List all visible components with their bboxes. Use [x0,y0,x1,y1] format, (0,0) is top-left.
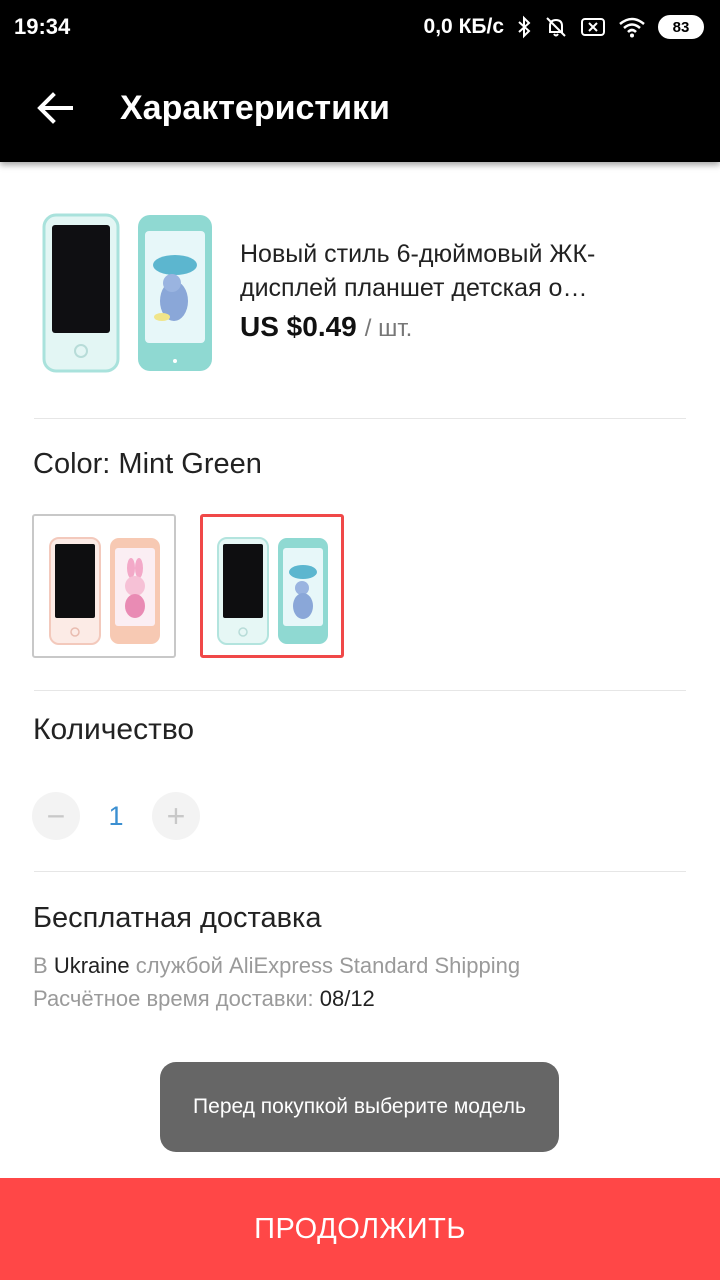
pink-phone-image [49,537,160,645]
delivery-label: Расчётное время доставки: [33,986,314,1011]
color-option-mint-green[interactable] [200,514,344,658]
quantity-label: Количество [33,713,195,746]
continue-button[interactable]: ПРОДОЛЖИТЬ [0,1178,720,1280]
sim-off-icon [580,16,606,38]
decrease-quantity-button[interactable]: − [32,792,80,840]
status-time: 19:34 [14,14,71,39]
divider [34,871,686,872]
page-title: Характеристики [120,88,390,127]
shipping-prefix: В [33,953,48,978]
wifi-icon [618,16,646,38]
product-title[interactable]: Новый стиль 6-дюймовый ЖК-дисплей планше… [240,237,686,305]
increase-quantity-button[interactable]: + [152,792,200,840]
divider [34,690,686,691]
network-speed: 0,0 КБ/с [423,15,504,38]
status-bar: 19:34 0,0 КБ/с 83 [0,0,720,54]
delivery-date: 08/12 [319,986,375,1011]
battery-icon: 83 [658,15,704,39]
mute-icon [544,15,568,39]
plus-icon: + [166,797,186,834]
toast-message: Перед покупкой выберите модель [160,1062,559,1152]
product-price: US $0.49 [240,311,357,342]
mint-phone-image [217,537,328,645]
back-arrow-icon [37,92,73,124]
back-button[interactable] [0,54,110,162]
divider [34,418,686,419]
shipping-method: В Ukraine службой AliExpress Standard Sh… [33,953,520,979]
bluetooth-icon [516,15,532,39]
price-unit: / шт. [364,315,413,342]
color-option-pink[interactable] [32,514,176,658]
color-label: Color: Mint Green [33,448,262,480]
product-image [34,205,220,375]
product-summary: Новый стиль 6-дюймовый ЖК-дисплей планше… [0,162,720,418]
product-info: Новый стиль 6-дюймовый ЖК-дисплей планше… [240,237,686,343]
shipping-service: службой AliExpress Standard Shipping [135,953,521,978]
shipping-title: Бесплатная доставка [33,902,322,934]
minus-icon: − [46,797,66,834]
price-row: US $0.49 / шт. [240,311,686,343]
app-bar: Характеристики [0,54,720,162]
shipping-country: Ukraine [53,953,130,978]
delivery-estimate: Расчётное время доставки: 08/12 [33,986,375,1012]
status-icons: 0,0 КБ/с 83 [424,15,704,39]
quantity-value[interactable]: 1 [80,801,152,832]
quantity-stepper: − 1 + [32,792,200,840]
